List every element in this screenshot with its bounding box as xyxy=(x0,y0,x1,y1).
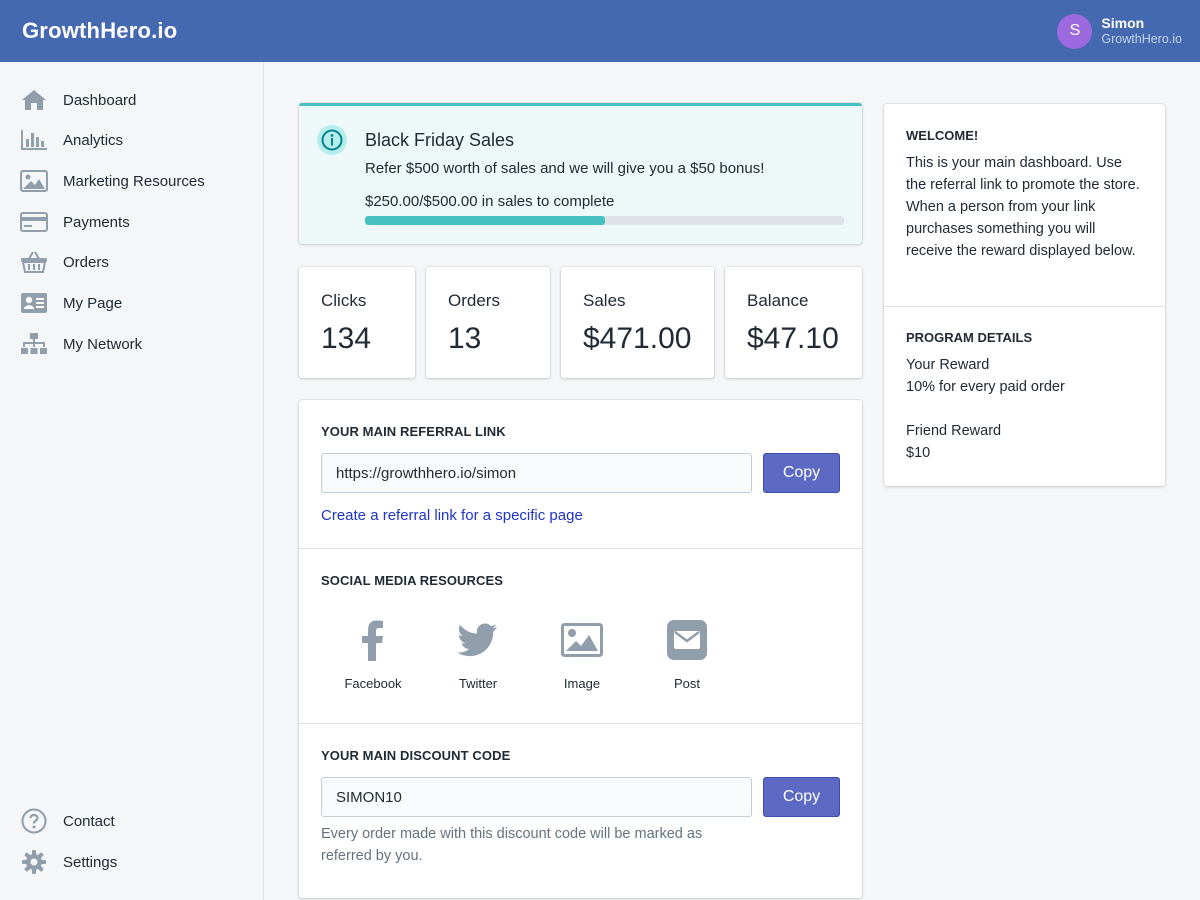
sidebar-item-marketing-resources[interactable]: Marketing Resources xyxy=(19,166,249,196)
progress-bar xyxy=(365,216,844,225)
banner-text: Refer $500 worth of sales and we will gi… xyxy=(365,160,765,177)
divider xyxy=(884,306,1165,307)
user-menu[interactable]: S Simon GrowthHero.io xyxy=(1057,13,1182,49)
stat-card-orders: Orders 13 xyxy=(426,267,550,378)
friend-reward-label: Friend Reward xyxy=(906,423,1002,439)
sidebar-item-contact[interactable]: Contact xyxy=(19,806,249,836)
stat-label: Orders xyxy=(448,291,500,310)
sidebar-item-my-page[interactable]: My Page xyxy=(19,288,249,318)
twitter-icon xyxy=(458,618,498,662)
copy-code-button[interactable]: Copy xyxy=(763,777,840,817)
stat-value: 134 xyxy=(321,322,372,355)
sidebar-item-dashboard[interactable]: Dashboard xyxy=(19,85,249,115)
banner-progress-text: $250.00/$500.00 in sales to complete xyxy=(365,193,615,210)
your-reward-label: Your Reward xyxy=(906,357,990,373)
question-circle-icon xyxy=(19,808,49,834)
stat-label: Clicks xyxy=(321,291,367,310)
copy-link-button[interactable]: Copy xyxy=(763,453,840,493)
sidebar-item-label: Dashboard xyxy=(63,91,137,109)
sidebar-item-label: Contact xyxy=(63,812,115,830)
profile-card-icon xyxy=(19,290,49,316)
sidebar-item-label: Analytics xyxy=(63,131,124,149)
social-label: Post xyxy=(673,676,700,691)
stat-value: $47.10 xyxy=(747,322,839,355)
social-twitter[interactable]: Twitter xyxy=(438,618,518,691)
specific-page-link[interactable]: Create a referral link for a specific pa… xyxy=(321,507,583,524)
social-label: Facebook xyxy=(344,676,402,691)
sidebar-item-label: Payments xyxy=(63,213,130,231)
discount-code-field[interactable]: SIMON10 xyxy=(321,777,752,817)
social-facebook[interactable]: Facebook xyxy=(333,618,413,691)
referral-card: YOUR MAIN REFERRAL LINK https://growthhe… xyxy=(299,400,862,898)
referral-link-field[interactable]: https://growthhero.io/simon xyxy=(321,453,752,493)
discount-code-title: YOUR MAIN DISCOUNT CODE xyxy=(321,748,511,763)
gear-icon xyxy=(19,849,49,875)
social-post[interactable]: Post xyxy=(647,618,727,691)
sidebar-item-label: Marketing Resources xyxy=(63,172,205,190)
stat-value: 13 xyxy=(448,322,482,355)
credit-card-icon xyxy=(19,209,49,235)
sidebar-item-label: Orders xyxy=(63,253,109,271)
referral-link-title: YOUR MAIN REFERRAL LINK xyxy=(321,424,506,439)
bar-chart-icon xyxy=(19,127,49,153)
brand-logo[interactable]: GrowthHero.io xyxy=(22,18,177,44)
sidebar-item-analytics[interactable]: Analytics xyxy=(19,125,249,155)
sidebar-item-my-network[interactable]: My Network xyxy=(19,329,249,359)
mail-icon xyxy=(667,618,707,662)
user-name: Simon xyxy=(1101,15,1145,31)
user-info: Simon GrowthHero.io xyxy=(1101,15,1182,47)
facebook-icon xyxy=(361,618,385,662)
avatar[interactable]: S xyxy=(1057,13,1093,49)
divider xyxy=(299,548,862,549)
progress-fill xyxy=(365,216,605,225)
social-image[interactable]: Image xyxy=(542,618,622,691)
stat-value: $471.00 xyxy=(583,322,692,355)
image-icon xyxy=(561,618,603,662)
stat-label: Sales xyxy=(583,291,626,310)
stat-card-sales: Sales $471.00 xyxy=(561,267,714,378)
banner-title: Black Friday Sales xyxy=(365,130,515,150)
sidebar: Dashboard Analytics Marketing Resources … xyxy=(0,62,264,900)
welcome-card: WELCOME! This is your main dashboard. Us… xyxy=(884,104,1165,486)
divider xyxy=(299,723,862,724)
welcome-title: WELCOME! xyxy=(906,128,979,143)
basket-icon xyxy=(19,249,49,275)
top-bar: GrowthHero.io S Simon GrowthHero.io xyxy=(0,0,1200,62)
discount-help-text: Every order made with this discount code… xyxy=(321,826,703,864)
sitemap-icon xyxy=(19,331,49,357)
promo-banner: Black Friday Sales Refer $500 worth of s… xyxy=(299,103,862,244)
social-label: Image xyxy=(563,676,601,691)
user-store: GrowthHero.io xyxy=(1101,32,1182,46)
social-resources-title: SOCIAL MEDIA RESOURCES xyxy=(321,573,504,588)
sidebar-item-settings[interactable]: Settings xyxy=(19,847,249,877)
sidebar-item-orders[interactable]: Orders xyxy=(19,247,249,277)
social-label: Twitter xyxy=(458,676,498,691)
home-icon xyxy=(19,87,49,113)
sidebar-item-payments[interactable]: Payments xyxy=(19,207,249,237)
your-reward-value: 10% for every paid order xyxy=(906,379,1065,395)
stat-card-clicks: Clicks 134 xyxy=(299,267,415,378)
welcome-text: This is your main dashboard. Use the ref… xyxy=(906,155,1140,259)
sidebar-item-label: My Page xyxy=(63,294,123,312)
friend-reward-value: $10 xyxy=(906,445,931,461)
stat-card-balance: Balance $47.10 xyxy=(725,267,862,378)
image-icon xyxy=(19,168,49,194)
sidebar-item-label: Settings xyxy=(63,853,118,871)
info-icon xyxy=(317,125,347,155)
sidebar-item-label: My Network xyxy=(63,335,143,353)
stat-label: Balance xyxy=(747,291,809,310)
program-details-title: PROGRAM DETAILS xyxy=(906,330,1033,345)
